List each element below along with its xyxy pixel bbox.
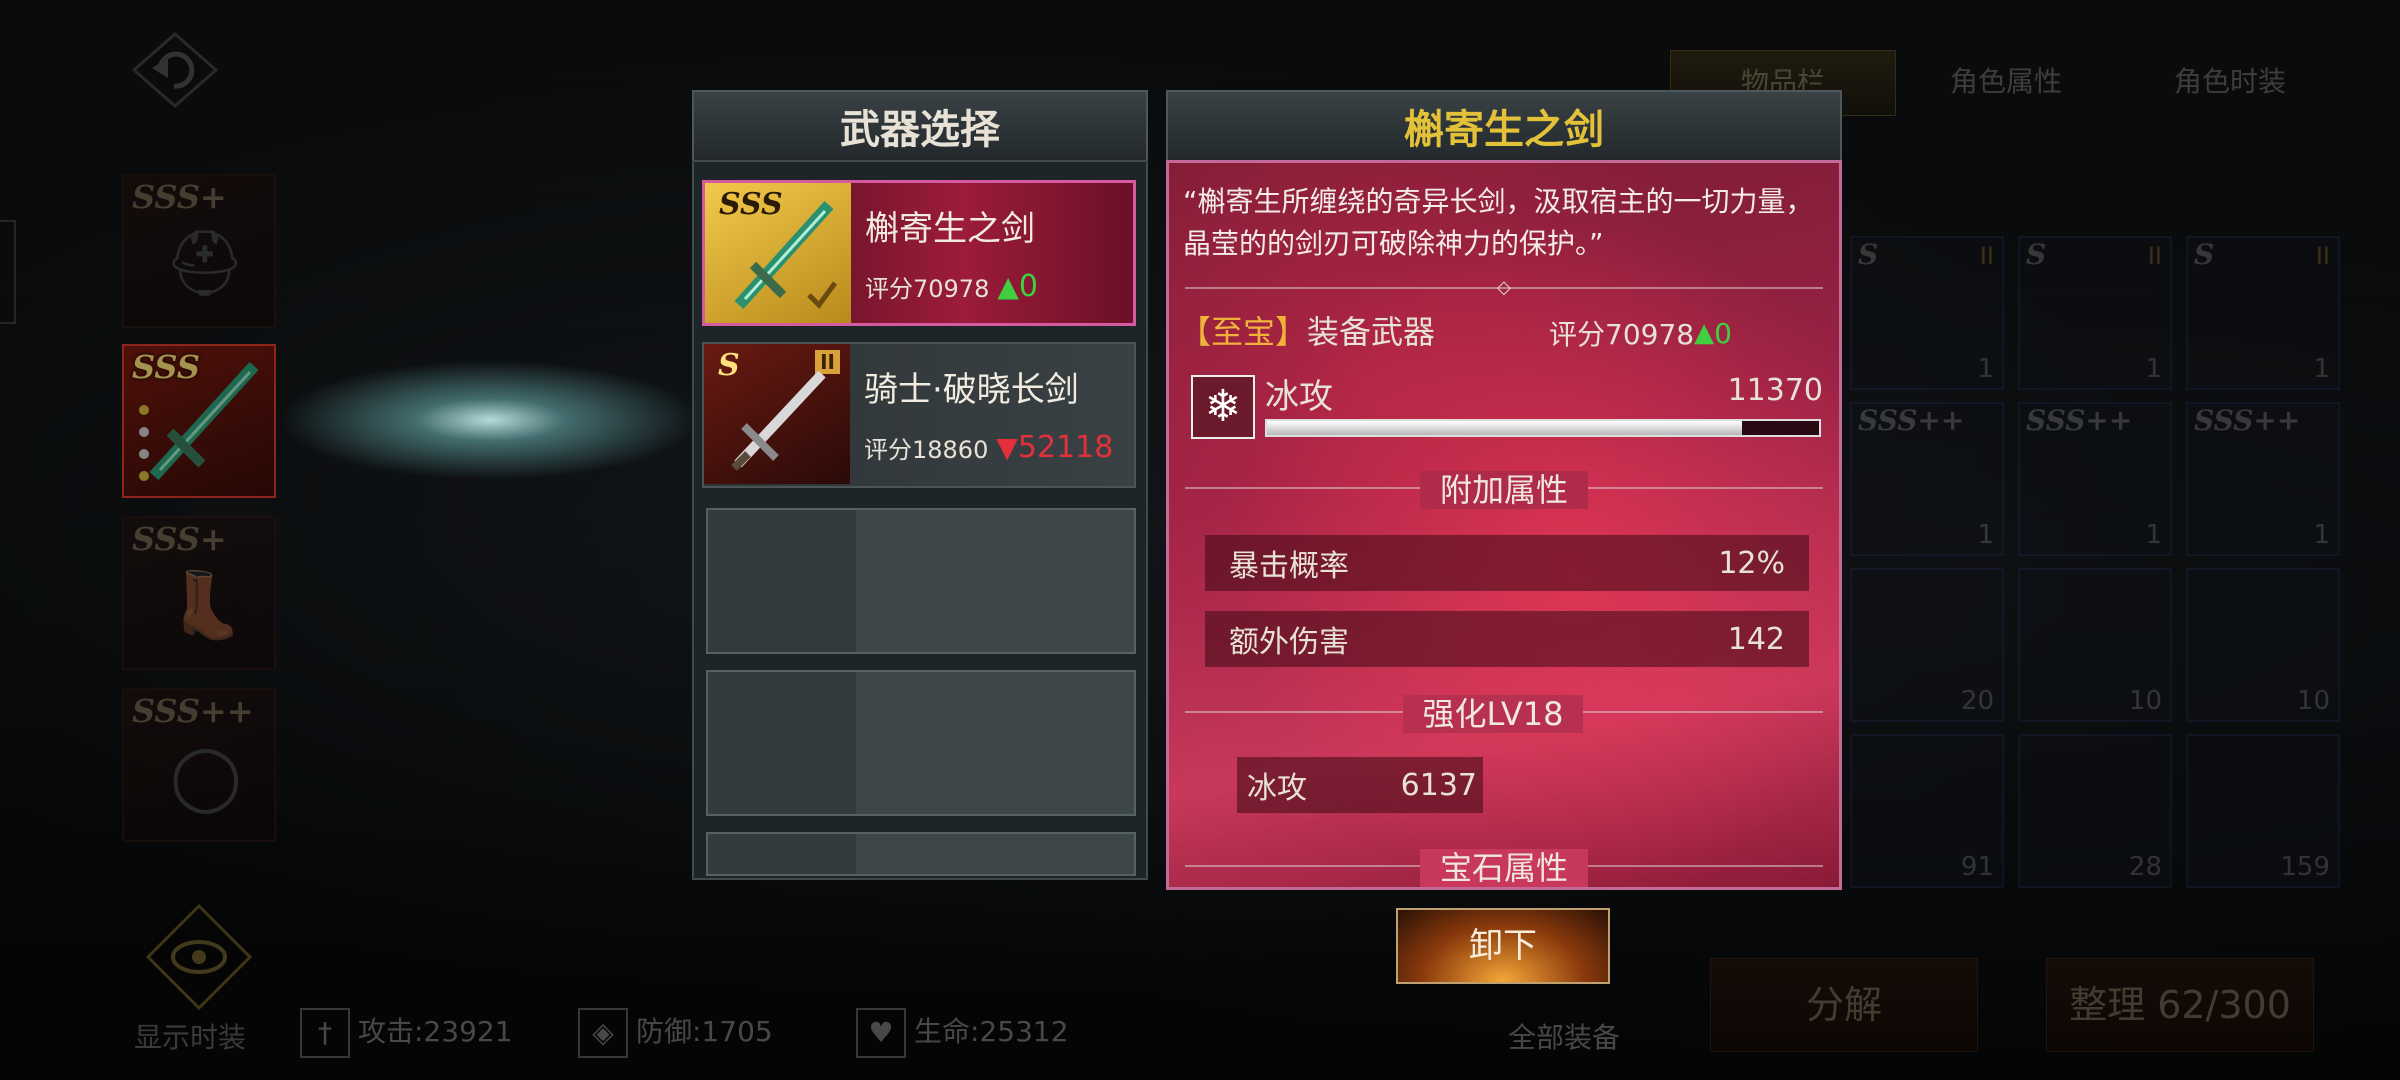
enhance-stat-name: 冰攻 [1247,771,1307,806]
empty-weapon-slot[interactable] [706,670,1136,816]
extra-stat-value: 12% [1718,545,1785,581]
score-delta: 52118 [1017,430,1114,465]
detail-header: 槲寄生之剑 [1166,90,1842,162]
enhance-stat-value: 6137 [1400,767,1477,803]
weapon-score: 评分70978 ▲ 0 [865,269,1038,304]
weapon-list: SSS 槲寄生之剑 评分70978 ▲ 0 S II 骑士·破晓长剑 评分188… [692,160,1148,880]
main-stat-bar [1265,419,1821,437]
longsword-icon [731,370,826,471]
snowflake-icon: ❄ [1191,375,1255,439]
score-label: 评分18860 [864,436,989,464]
extra-attr-title-text: 附加属性 [1419,471,1588,509]
enhance-title: 强化LV18 [1169,689,1839,735]
weapon-score: 评分18860 ▼ 52118 [864,430,1113,465]
main-stat-name: 冰攻 [1265,377,1333,417]
extra-stat-name: 暴击概率 [1229,549,1349,584]
mistletoe-sword-icon [734,200,838,310]
unequip-label: 卸下 [1469,926,1537,966]
enhance-title-text: 强化LV18 [1402,695,1584,733]
empty-weapon-slot[interactable] [706,832,1136,876]
weapon-item[interactable]: S II 骑士·破晓长剑 评分18860 ▼ 52118 [702,342,1136,488]
extra-stat-name: 额外伤害 [1229,625,1349,660]
detail-score: 评分70978 ▲ 0 [1549,313,1732,353]
extra-stat-value: 142 [1727,621,1785,657]
gem-attr-title-text: 宝石属性 [1419,849,1588,887]
selection-beam [280,360,700,480]
gem-attr-title: 宝石属性 [1169,843,1839,887]
rarity-tag: 【至宝】 [1179,313,1308,351]
weapon-name: 槲寄生之剑 [865,209,1035,249]
weapon-name: 骑士·破晓长剑 [864,370,1079,410]
weapon-item-selected[interactable]: SSS 槲寄生之剑 评分70978 ▲ 0 [702,180,1136,326]
detail-score-delta: 0 [1714,316,1732,350]
detail-score-label: 评分70978 [1549,318,1695,351]
divider-diamond-icon: ◇ [1497,277,1511,298]
up-arrow-icon: ▲ [997,270,1019,303]
weapon-icon-frame: S II [704,344,850,484]
weapon-detail-panel: “槲寄生所缠绕的奇异长剑，汲取宿主的一切力量，晶莹的的剑刃可破除神力的保护。” … [1166,160,1842,890]
up-arrow-icon: ▲ [1694,318,1715,348]
extra-stat-row: 暴击概率 12% [1205,535,1809,591]
main-stat-value: 11370 [1727,373,1823,408]
weapon-description: “槲寄生所缠绕的奇异长剑，汲取宿主的一切力量，晶莹的的剑刃可破除神力的保护。” [1183,185,1814,260]
unequip-button[interactable]: 卸下 [1396,908,1610,984]
enhance-stat-row: 冰攻 6137 [1237,757,1483,813]
down-arrow-icon: ▼ [996,431,1018,464]
extra-attr-title: 附加属性 [1169,465,1839,511]
empty-weapon-slot[interactable] [706,508,1136,654]
equip-type-row: 【至宝】装备武器 [1179,307,1435,353]
equip-type: 装备武器 [1307,313,1436,351]
detail-title: 槲寄生之剑 [1404,107,1604,153]
weapon-icon-frame: SSS [705,183,851,323]
score-delta: 0 [1018,269,1038,304]
score-label: 评分70978 [865,275,990,303]
weapon-select-header: 武器选择 [692,90,1148,162]
main-stat-bar-fill [1267,421,1742,435]
weapon-select-title: 武器选择 [840,107,1000,153]
extra-stat-row: 额外伤害 142 [1205,611,1809,667]
